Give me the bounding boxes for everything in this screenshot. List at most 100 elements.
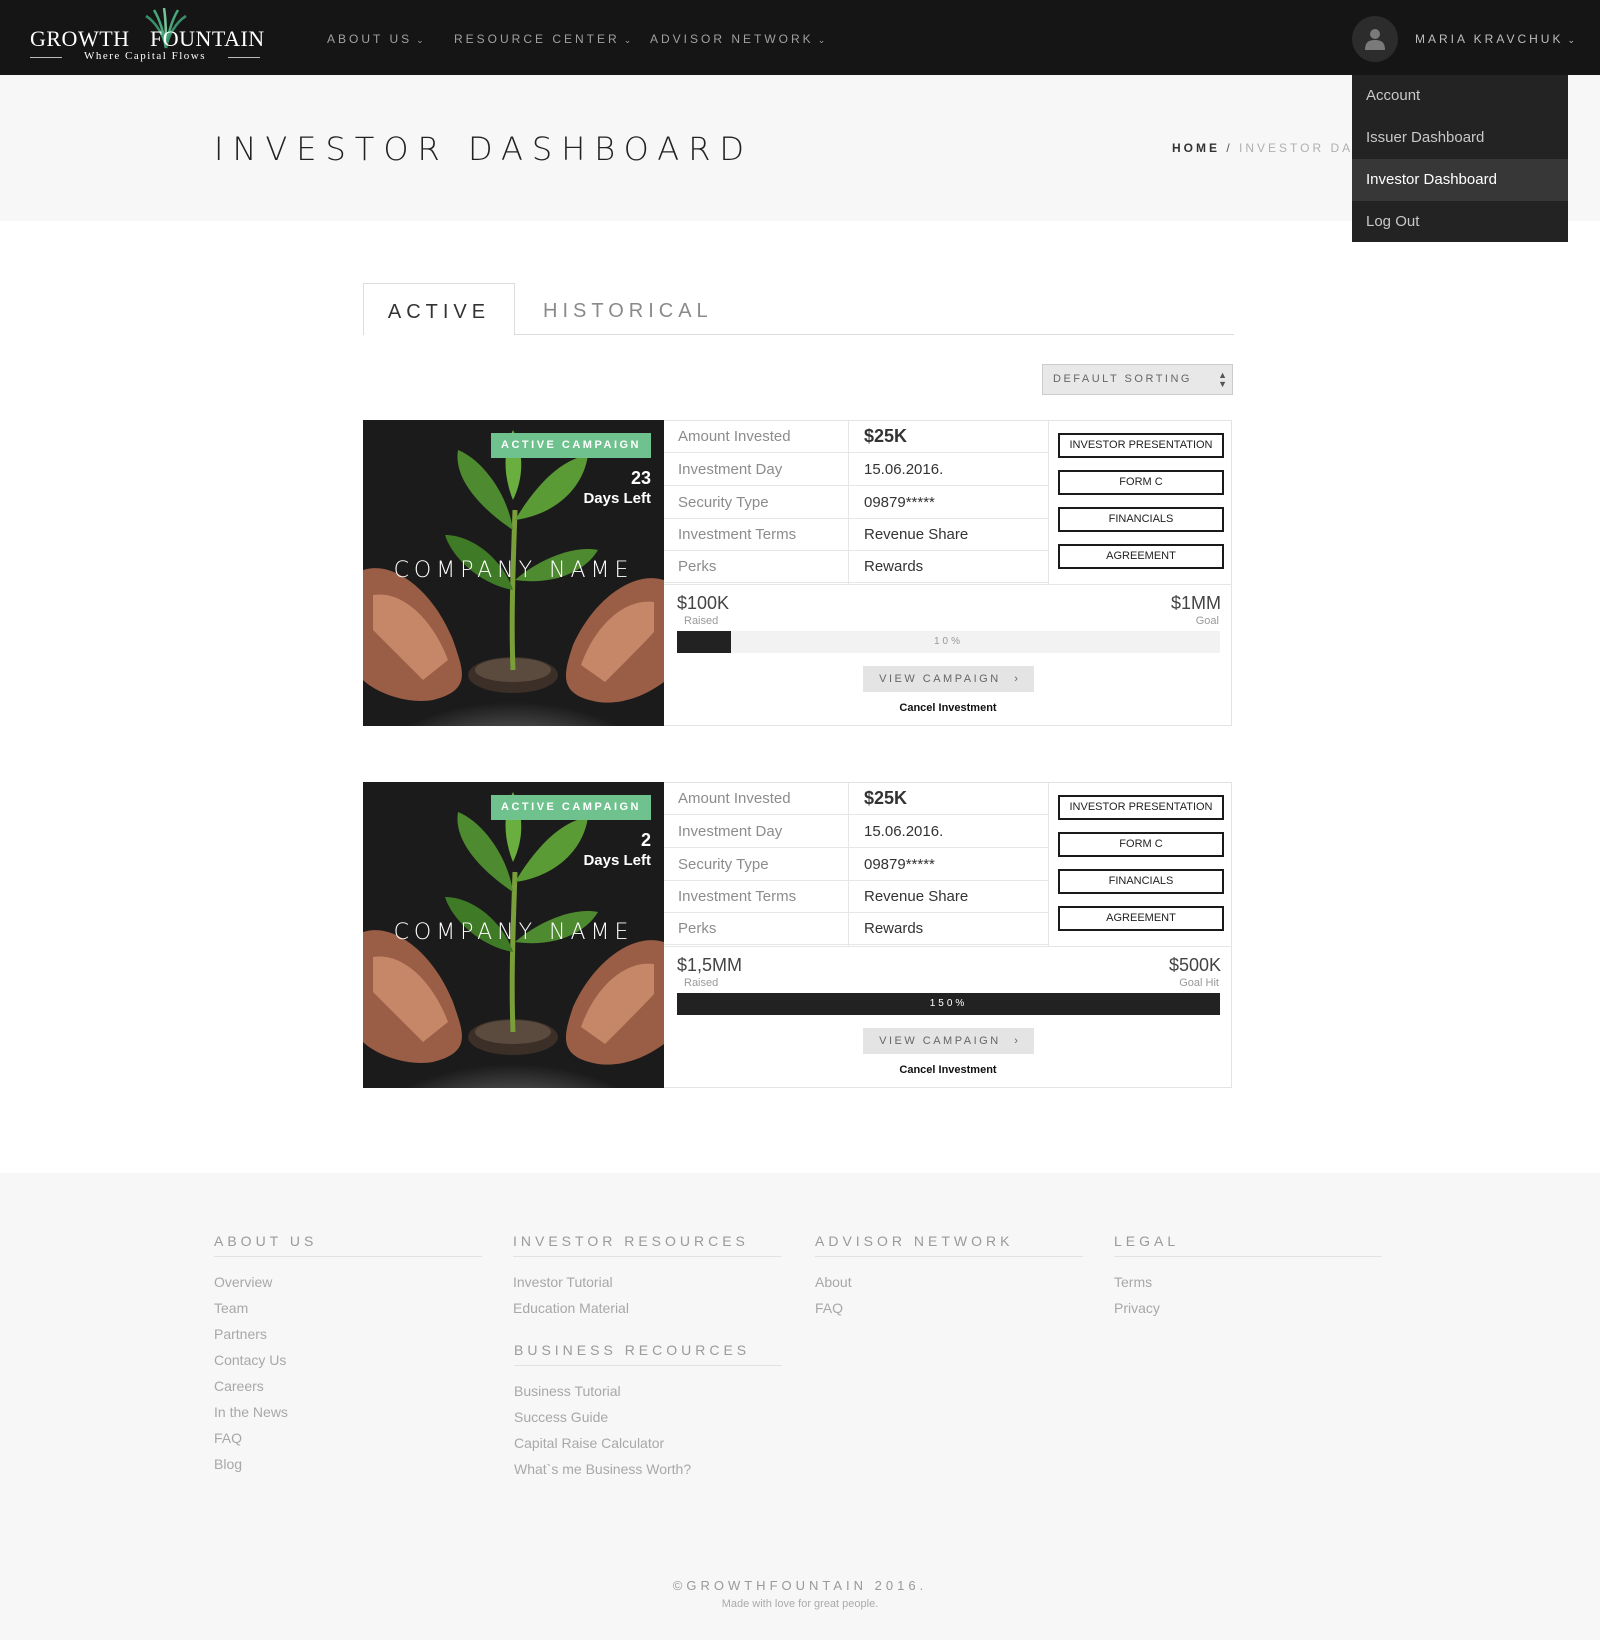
footer-tagline: Made with love for great people.: [721, 1598, 879, 1610]
footer-col-advisor: ADVISOR NETWORK About FAQ: [815, 1233, 1083, 1321]
footer-link[interactable]: Privacy: [1114, 1295, 1382, 1321]
goal-label: Goal: [1195, 615, 1219, 627]
campaign-image[interactable]: ACTIVE CAMPAIGN 2 Days Left COMPANY NAME: [363, 782, 664, 1088]
breadcrumb: HOME / INVESTOR DASHBOARD: [1172, 141, 1352, 155]
detail-label: Investment Day: [678, 823, 783, 840]
footer-link[interactable]: Blog: [214, 1451, 482, 1477]
detail-value: 09879*****: [864, 494, 935, 511]
column-divider: [1048, 783, 1049, 946]
detail-row: Amount Invested $25K: [664, 783, 1048, 815]
detail-row: Investment Day 15.06.2016.: [664, 454, 1048, 486]
form-c-button[interactable]: FORM C: [1058, 470, 1224, 495]
footer-link[interactable]: Education Material: [513, 1295, 781, 1321]
chevron-right-icon: ›: [1014, 1035, 1018, 1047]
footer-link[interactable]: Investor Tutorial: [513, 1269, 781, 1295]
footer-link[interactable]: In the News: [214, 1399, 482, 1425]
view-campaign-button[interactable]: VIEW CAMPAIGN ›: [863, 1028, 1034, 1054]
menu-item-account[interactable]: Account: [1352, 75, 1568, 117]
footer-heading: ABOUT US: [214, 1233, 482, 1257]
campaign-image[interactable]: ACTIVE CAMPAIGN 23 Days Left COMPANY NAM…: [363, 420, 664, 726]
user-avatar[interactable]: [1352, 16, 1398, 62]
sort-select[interactable]: DEFAULT SORTING ▲ ▼: [1042, 364, 1233, 395]
detail-label: Investment Terms: [678, 526, 797, 543]
detail-value: Rewards: [864, 558, 924, 575]
growth-fountain-logo[interactable]: GROWTH FOUNTAIN Where Capital Flows: [30, 8, 264, 64]
footer-link[interactable]: About: [815, 1269, 1083, 1295]
tab-active[interactable]: ACTIVE: [363, 283, 515, 335]
detail-row: Security Type 09879*****: [664, 487, 1048, 519]
cancel-investment-link[interactable]: Cancel Investment: [664, 1064, 1232, 1076]
progress-percent: 150%: [929, 998, 968, 1009]
logo-word-1: GROWTH: [30, 26, 130, 51]
menu-item-log-out[interactable]: Log Out: [1352, 201, 1568, 243]
raised-label: Raised: [684, 615, 719, 627]
detail-label: Amount Invested: [678, 428, 791, 445]
footer-link[interactable]: Careers: [214, 1373, 482, 1399]
goal-amount: $500K: [1168, 955, 1221, 975]
days-left-label: Days Left: [583, 852, 651, 869]
menu-item-investor-dashboard[interactable]: Investor Dashboard: [1352, 159, 1568, 201]
chevron-down-icon: ⌄: [1567, 35, 1576, 45]
investor-presentation-button[interactable]: INVESTOR PRESENTATION: [1058, 433, 1224, 458]
detail-label: Perks: [678, 558, 717, 575]
nav-about-us[interactable]: ABOUT US ⌄: [327, 32, 424, 46]
footer-link[interactable]: Capital Raise Calculator: [514, 1430, 782, 1456]
goal-amount: $1MM: [1170, 593, 1221, 613]
nav-advisor-network[interactable]: ADVISOR NETWORK ⌄: [650, 32, 825, 46]
progress-percent: 10%: [933, 636, 963, 647]
detail-value: Rewards: [864, 920, 924, 937]
chevron-down-icon: ⌄: [817, 35, 826, 45]
breadcrumb-current: INVESTOR DASHBOARD: [1239, 141, 1352, 155]
footer-link[interactable]: Terms: [1114, 1269, 1382, 1295]
detail-row: Investment Day 15.06.2016.: [664, 816, 1048, 848]
detail-row: Investment Terms Revenue Share: [664, 519, 1048, 551]
days-left-count: 23: [630, 468, 651, 488]
detail-value: 15.06.2016.: [864, 461, 944, 478]
footer-link[interactable]: Team: [214, 1295, 482, 1321]
agreement-button[interactable]: AGREEMENT: [1058, 544, 1224, 569]
user-dropdown-menu: Account Issuer Dashboard Investor Dashbo…: [1352, 75, 1568, 242]
detail-label: Investment Day: [678, 461, 783, 478]
detail-row: Investment Terms Revenue Share: [664, 881, 1048, 913]
footer: ABOUT US Overview Team Partners Contacy Us C…: [0, 1173, 1600, 1640]
agreement-button[interactable]: AGREEMENT: [1058, 906, 1224, 931]
sort-selected-value: DEFAULT SORTING: [1053, 373, 1192, 385]
footer-link[interactable]: FAQ: [214, 1425, 482, 1451]
nav-resource-center[interactable]: RESOURCE CENTER ⌄: [454, 32, 631, 46]
days-left-label: Days Left: [583, 490, 651, 507]
footer-link[interactable]: Contacy Us: [214, 1347, 482, 1373]
footer-col-about: ABOUT US Overview Team Partners Contacy Us C…: [214, 1233, 482, 1477]
footer-link[interactable]: Overview: [214, 1269, 482, 1295]
detail-label: Security Type: [678, 494, 769, 511]
breadcrumb-home[interactable]: HOME: [1172, 141, 1220, 155]
financials-button[interactable]: FINANCIALS: [1058, 507, 1224, 532]
footer-link[interactable]: What`s me Business Worth?: [514, 1456, 782, 1482]
cancel-investment-link[interactable]: Cancel Investment: [664, 702, 1232, 714]
detail-row: Perks Rewards: [664, 913, 1048, 945]
detail-label: Amount Invested: [678, 790, 791, 807]
breadcrumb-separator: /: [1226, 141, 1233, 155]
footer-link[interactable]: Partners: [214, 1321, 482, 1347]
campaign-status-badge: ACTIVE CAMPAIGN: [491, 795, 651, 820]
footer-link[interactable]: FAQ: [815, 1295, 1083, 1321]
user-menu-toggle[interactable]: MARIA KRAVCHUK ⌄: [1415, 32, 1575, 46]
column-divider: [1048, 421, 1049, 584]
financials-button[interactable]: FINANCIALS: [1058, 869, 1224, 894]
page-title: INVESTOR DASHBOARD: [214, 130, 754, 168]
investor-presentation-button[interactable]: INVESTOR PRESENTATION: [1058, 795, 1224, 820]
divider: [664, 584, 1232, 585]
footer-link[interactable]: Success Guide: [514, 1404, 782, 1430]
investment-card: ACTIVE CAMPAIGN 23 Days Left COMPANY NAM…: [363, 420, 1232, 726]
logo-word-2: FOUNTAIN: [150, 26, 265, 51]
tab-historical[interactable]: HISTORICAL: [543, 300, 713, 323]
funding-progress-bar: 150%: [677, 993, 1220, 1015]
campaign-status-badge: ACTIVE CAMPAIGN: [491, 433, 651, 458]
company-name: COMPANY NAME: [393, 920, 634, 945]
detail-row: Amount Invested $25K: [664, 421, 1048, 453]
footer-link[interactable]: Business Tutorial: [514, 1378, 782, 1404]
copyright: ©GROWTHFOUNTAIN 2016.: [672, 1578, 928, 1593]
menu-item-issuer-dashboard[interactable]: Issuer Dashboard: [1352, 117, 1568, 159]
view-campaign-button[interactable]: VIEW CAMPAIGN ›: [863, 666, 1034, 692]
form-c-button[interactable]: FORM C: [1058, 832, 1224, 857]
footer-col-legal: LEGAL Terms Privacy: [1114, 1233, 1382, 1321]
